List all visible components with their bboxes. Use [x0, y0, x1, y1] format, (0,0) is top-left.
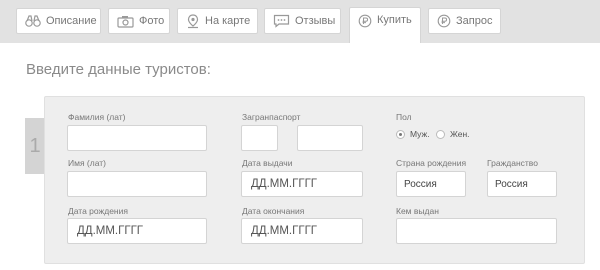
tab-reviews-label: Отзывы	[295, 15, 336, 27]
gender-male-label: Муж.	[410, 129, 430, 139]
citizenship-label: Гражданство	[487, 158, 538, 168]
birth-country-label: Страна рождения	[396, 158, 467, 168]
page-heading: Введите данные туристов:	[26, 61, 211, 78]
chat-icon	[273, 14, 290, 28]
expiry-date-label: Дата окончания	[242, 206, 305, 216]
tab-photo[interactable]: Фото	[108, 8, 170, 34]
tab-reviews[interactable]: Отзывы	[264, 8, 341, 34]
tab-description[interactable]: Описание	[16, 8, 101, 34]
name-label: Имя (лат)	[68, 158, 106, 168]
gender-male-radio[interactable]: Муж.	[396, 129, 430, 139]
radio-unchecked-icon	[436, 129, 445, 139]
ruble-coin-icon	[437, 14, 451, 28]
tab-map[interactable]: На карте	[177, 8, 258, 34]
passport-label: Загранпаспорт	[242, 112, 301, 122]
tab-buy-label: Купить	[377, 14, 412, 26]
birth-country-input[interactable]: Россия	[396, 171, 466, 197]
issue-date-label: Дата выдачи	[242, 158, 293, 168]
passport-series-input[interactable]	[241, 125, 278, 151]
name-input[interactable]	[67, 171, 207, 197]
tab-request-label: Запрос	[456, 15, 493, 27]
gender-label: Пол	[396, 112, 412, 122]
passport-number-input[interactable]	[297, 125, 363, 151]
surname-label: Фамилия (лат)	[68, 112, 126, 122]
citizenship-input[interactable]: Россия	[487, 171, 557, 197]
issue-date-input[interactable]: ДД.ММ.ГГГГ	[241, 171, 363, 197]
tab-bar: Описание Фото На карте Отзывы Купить Зап…	[0, 0, 600, 43]
tourist-number: 1	[25, 118, 45, 174]
tab-description-label: Описание	[46, 15, 97, 27]
tab-request[interactable]: Запрос	[428, 8, 501, 34]
ruble-coin-icon	[358, 14, 372, 28]
tab-photo-label: Фото	[139, 15, 165, 27]
surname-input[interactable]	[67, 125, 207, 151]
issued-by-input[interactable]	[396, 218, 557, 244]
expiry-date-input[interactable]: ДД.ММ.ГГГГ	[241, 218, 363, 244]
gender-female-radio[interactable]: Жен.	[436, 129, 470, 139]
map-pin-icon	[187, 13, 199, 28]
gender-female-label: Жен.	[450, 129, 470, 139]
camera-icon	[117, 15, 134, 28]
tab-map-label: На карте	[205, 15, 251, 27]
tab-buy[interactable]: Купить	[349, 7, 421, 43]
birth-date-label: Дата рождения	[68, 206, 128, 216]
radio-checked-icon	[396, 129, 405, 139]
birth-date-input[interactable]: ДД.ММ.ГГГГ	[67, 218, 207, 244]
binoculars-icon	[25, 15, 41, 27]
issued-by-label: Кем выдан	[396, 206, 439, 216]
